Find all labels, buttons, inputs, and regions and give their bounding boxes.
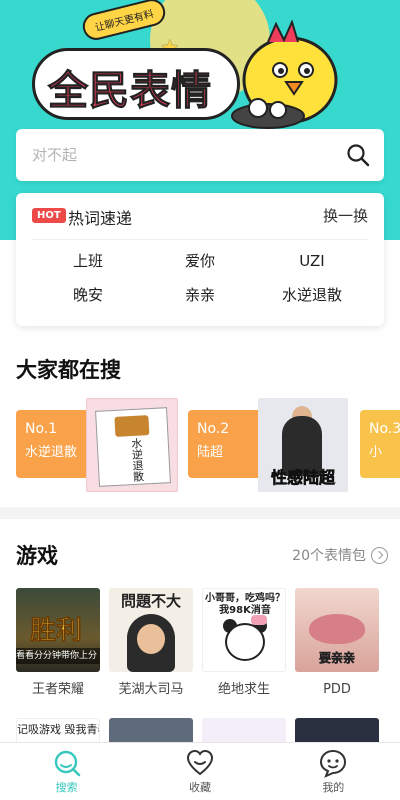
tab-search[interactable]: 搜索 <box>0 743 133 800</box>
games-section-title: 游戏 <box>16 544 58 568</box>
hot-word-item[interactable]: UZI <box>256 249 368 273</box>
thumb-text: 問題不大 <box>120 592 181 610</box>
thumb-text: 要亲亲 <box>318 651 356 666</box>
search-icon[interactable] <box>346 143 370 167</box>
popular-card-3[interactable]: No.3 小 <box>360 410 400 478</box>
tab-label: 收藏 <box>188 781 211 794</box>
game-label: PDD <box>323 682 351 697</box>
popular-rank: No.3 <box>369 421 400 437</box>
games-grid: 胜利 看看分分钟带你上分 王者荣耀 問題不大 芜湖大司马 小哥哥，吃鸡吗？我98… <box>16 588 384 698</box>
section-divider <box>0 507 400 519</box>
popular-name: 小 <box>369 445 383 460</box>
heart-icon <box>186 749 213 776</box>
hot-word-item[interactable]: 亲亲 <box>144 283 256 307</box>
search-tab-icon <box>54 750 80 777</box>
games-more-label: 20个表情包 <box>292 548 366 564</box>
game-thumbnail: 胜利 看看分分钟带你上分 <box>16 588 100 672</box>
portrait-image <box>114 415 150 437</box>
chevron-right-icon <box>371 546 388 564</box>
thumb-text: 小哥哥，吃鸡吗？我98K消音 <box>205 593 285 616</box>
search-input[interactable] <box>32 143 332 167</box>
hot-words-title: 热词速递 <box>68 209 133 228</box>
game-thumbnail: 問題不大 <box>109 588 193 672</box>
game-thumbnail: 要亲亲 <box>295 588 379 672</box>
popular-carousel[interactable]: No.1 水逆退散 水逆退散 No.2 陆超 性感陆超 No.3 小 <box>0 398 400 494</box>
thumb-strip: 看看分分钟带你上分 <box>16 648 100 664</box>
game-thumbnail: 小哥哥，吃鸡吗？我98K消音 <box>202 588 286 672</box>
popular-image-1[interactable]: 水逆退散 <box>86 398 178 492</box>
popular-section-title: 大家都在搜 <box>16 358 121 382</box>
games-more-link[interactable]: 20个表情包 <box>292 545 388 565</box>
profile-icon <box>320 749 347 778</box>
tab-label: 我的 <box>322 781 345 794</box>
hot-badge: HOT <box>32 208 66 223</box>
paper-text: 水逆退散 <box>129 437 145 483</box>
caption-part-b: 陆超 <box>303 468 336 488</box>
panda-face-icon <box>225 623 265 661</box>
refresh-button[interactable]: 换一换 <box>323 205 368 226</box>
person-face <box>137 624 165 654</box>
lips-image <box>309 614 365 644</box>
hot-words-card: HOT 热词速递 换一换 上班 爱你 UZI 晚安 亲亲 水逆退散 <box>16 193 384 326</box>
search-bar[interactable] <box>16 129 384 181</box>
caption-part-a: 性感 <box>270 468 304 488</box>
bow-icon <box>251 615 267 625</box>
tab-label: 搜索 <box>55 781 78 794</box>
game-card[interactable]: 問題不大 芜湖大司马 <box>109 588 193 698</box>
popular-image-2[interactable]: 性感陆超 <box>258 398 348 492</box>
image-caption: 性感陆超 <box>258 464 348 488</box>
game-card[interactable]: 要亲亲 PDD <box>295 588 379 698</box>
game-card[interactable]: 胜利 看看分分钟带你上分 王者荣耀 <box>16 588 100 698</box>
thumb-text: 胜利 <box>30 616 83 647</box>
tab-profile[interactable]: 我的 <box>267 743 400 800</box>
hot-word-item[interactable]: 爱你 <box>144 249 256 273</box>
game-label: 王者荣耀 <box>31 682 84 697</box>
game-label: 芜湖大司马 <box>118 682 184 697</box>
hot-word-item[interactable]: 上班 <box>32 249 144 273</box>
paper-sign: 水逆退散 <box>95 407 171 487</box>
hot-word-item[interactable]: 晚安 <box>32 283 144 307</box>
thumb-text: 记吸游戏 毁我青春 <box>17 723 100 736</box>
bottom-tab-bar: 搜索 收藏 我的 <box>0 742 400 800</box>
hot-words-grid: 上班 爱你 UZI 晚安 亲亲 水逆退散 <box>32 249 368 307</box>
app-logo-text: 全民表情 <box>48 68 212 115</box>
chick-mascot-icon <box>231 20 338 129</box>
hot-word-item[interactable]: 水逆退散 <box>256 283 368 307</box>
game-label: 绝地求生 <box>217 682 270 697</box>
tab-favorites[interactable]: 收藏 <box>133 743 266 800</box>
game-card[interactable]: 小哥哥，吃鸡吗？我98K消音 绝地求生 <box>202 588 286 698</box>
divider <box>32 239 368 240</box>
